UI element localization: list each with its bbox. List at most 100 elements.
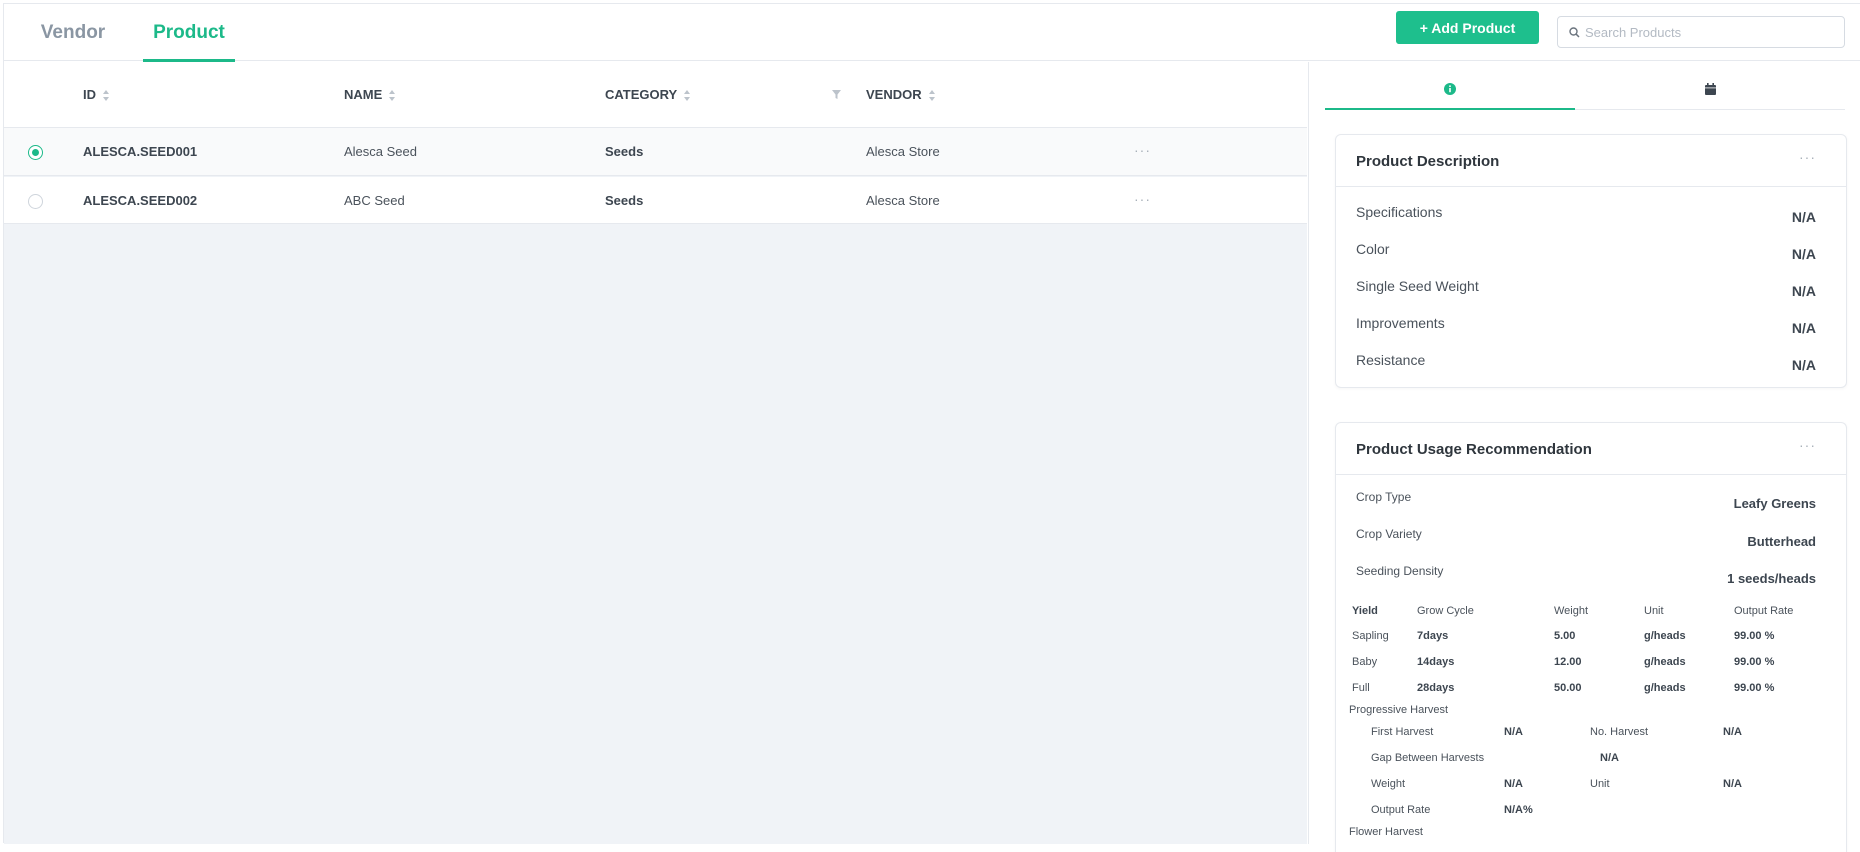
yield-header: Output Rate (1734, 605, 1794, 617)
yield-stage: Full (1352, 682, 1370, 694)
usage-label: Crop Variety (1356, 527, 1422, 541)
column-id-label: ID (83, 87, 96, 102)
info-icon (1444, 83, 1456, 95)
yield-weight: 5.00 (1554, 630, 1576, 642)
harvest-value: N/A% (1504, 804, 1533, 816)
yield-weight: 12.00 (1554, 656, 1582, 668)
yield-rate: 99.00 % (1734, 630, 1775, 642)
column-name-label: NAME (344, 87, 383, 102)
card-more-icon[interactable]: ··· (1799, 437, 1816, 453)
yield-weight: 50.00 (1554, 682, 1582, 694)
yield-header: Weight (1554, 605, 1589, 617)
product-description-card: Product Description ··· Specifications N… (1335, 134, 1847, 388)
divider (1336, 474, 1846, 475)
sort-icon[interactable] (928, 90, 936, 102)
yield-unit: g/heads (1644, 630, 1686, 642)
usage-value: 1 seeds/heads (1727, 571, 1816, 586)
card-title: Product Usage Recommendation (1356, 441, 1592, 458)
harvest-label: No. Harvest (1590, 726, 1649, 738)
yield-stage: Baby (1352, 656, 1378, 668)
search-input[interactable] (1585, 17, 1840, 47)
row-more-icon[interactable]: ··· (1134, 177, 1151, 225)
search-icon (1569, 27, 1580, 38)
cell-category: Seeds (605, 193, 644, 208)
harvest-label: First Harvest (1371, 726, 1434, 738)
spec-label: Resistance (1356, 352, 1426, 368)
yield-rate: 99.00 % (1734, 682, 1775, 694)
tab-product[interactable]: Product (143, 4, 235, 62)
cell-category: Seeds (605, 144, 644, 159)
row-radio[interactable] (28, 194, 43, 209)
table-row[interactable]: ALESCA.SEED002 ABC Seed Seeds Alesca Sto… (4, 177, 1307, 224)
spec-label: Single Seed Weight (1356, 278, 1479, 294)
harvest-label: Output Rate (1371, 804, 1431, 816)
tab-calendar[interactable] (1575, 62, 1845, 110)
column-category-label: CATEGORY (605, 87, 678, 102)
sort-icon[interactable] (103, 90, 110, 102)
divider (1336, 186, 1846, 187)
yield-cycle: 14days (1417, 656, 1455, 668)
harvest-value: N/A (1504, 778, 1523, 790)
yield-header: Grow Cycle (1417, 605, 1474, 617)
usage-label: Crop Type (1356, 490, 1412, 504)
harvest-value: N/A (1600, 752, 1619, 764)
app-frame: Vendor Product + Add Product ID NAME CAT… (3, 3, 1860, 852)
search-box[interactable] (1557, 16, 1845, 48)
spec-label: Color (1356, 241, 1390, 257)
cell-id: ALESCA.SEED002 (83, 193, 198, 208)
table-header: ID NAME CATEGORY VENDOR (4, 62, 1307, 128)
yield-cycle: 7days (1417, 630, 1449, 642)
usage-label: Seeding Density (1356, 564, 1444, 578)
filter-icon[interactable] (832, 90, 841, 99)
add-product-button[interactable]: + Add Product (1396, 11, 1539, 44)
usage-value: Leafy Greens (1733, 496, 1816, 511)
table-row[interactable]: ALESCA.SEED001 Alesca Seed Seeds Alesca … (4, 128, 1307, 176)
flower-harvest-title: Flower Harvest (1349, 826, 1423, 838)
usage-value: Butterhead (1747, 534, 1816, 549)
spec-value: N/A (1791, 209, 1816, 225)
harvest-label: Weight (1371, 778, 1406, 790)
spec-value: N/A (1791, 357, 1816, 373)
yield-header: Yield (1352, 605, 1378, 617)
spec-label: Improvements (1356, 315, 1445, 331)
column-category[interactable]: CATEGORY (605, 62, 691, 128)
yield-cycle: 28days (1417, 682, 1455, 694)
tab-info[interactable] (1325, 62, 1575, 110)
card-more-icon[interactable]: ··· (1799, 149, 1816, 165)
cell-vendor: Alesca Store (866, 144, 940, 159)
cell-name: Alesca Seed (344, 144, 417, 159)
column-vendor-label: VENDOR (866, 87, 922, 102)
card-title: Product Description (1356, 153, 1500, 170)
usage-recommendation-card: Product Usage Recommendation ··· Crop Ty… (1335, 422, 1847, 852)
yield-header: Unit (1644, 605, 1664, 617)
sort-icon[interactable] (684, 90, 691, 102)
row-radio[interactable] (28, 145, 43, 160)
row-more-icon[interactable]: ··· (1134, 128, 1151, 176)
sort-icon[interactable] (389, 90, 396, 102)
harvest-value: N/A (1723, 778, 1742, 790)
product-table: ID NAME CATEGORY VENDOR ALESCA.SEED001 A… (4, 62, 1307, 844)
cell-id: ALESCA.SEED001 (83, 144, 198, 159)
harvest-value: N/A (1723, 726, 1742, 738)
yield-unit: g/heads (1644, 656, 1686, 668)
detail-panel: Product Description ··· Specifications N… (1308, 62, 1860, 852)
spec-label: Specifications (1356, 204, 1443, 220)
top-bar: Vendor Product + Add Product (4, 4, 1860, 62)
column-id[interactable]: ID (83, 62, 110, 128)
cell-vendor: Alesca Store (866, 193, 940, 208)
spec-value: N/A (1791, 283, 1816, 299)
cell-name: ABC Seed (344, 193, 405, 208)
tab-vendor[interactable]: Vendor (28, 4, 118, 61)
harvest-label: Unit (1590, 778, 1610, 790)
column-vendor[interactable]: VENDOR (866, 62, 936, 128)
harvest-label: Gap Between Harvests (1371, 752, 1485, 764)
calendar-icon (1705, 83, 1716, 95)
yield-rate: 99.00 % (1734, 656, 1775, 668)
yield-unit: g/heads (1644, 682, 1686, 694)
yield-stage: Sapling (1352, 630, 1389, 642)
column-name[interactable]: NAME (344, 62, 396, 128)
harvest-value: N/A (1504, 726, 1523, 738)
spec-value: N/A (1791, 320, 1816, 336)
spec-value: N/A (1791, 246, 1816, 262)
progressive-harvest-title: Progressive Harvest (1349, 704, 1449, 716)
